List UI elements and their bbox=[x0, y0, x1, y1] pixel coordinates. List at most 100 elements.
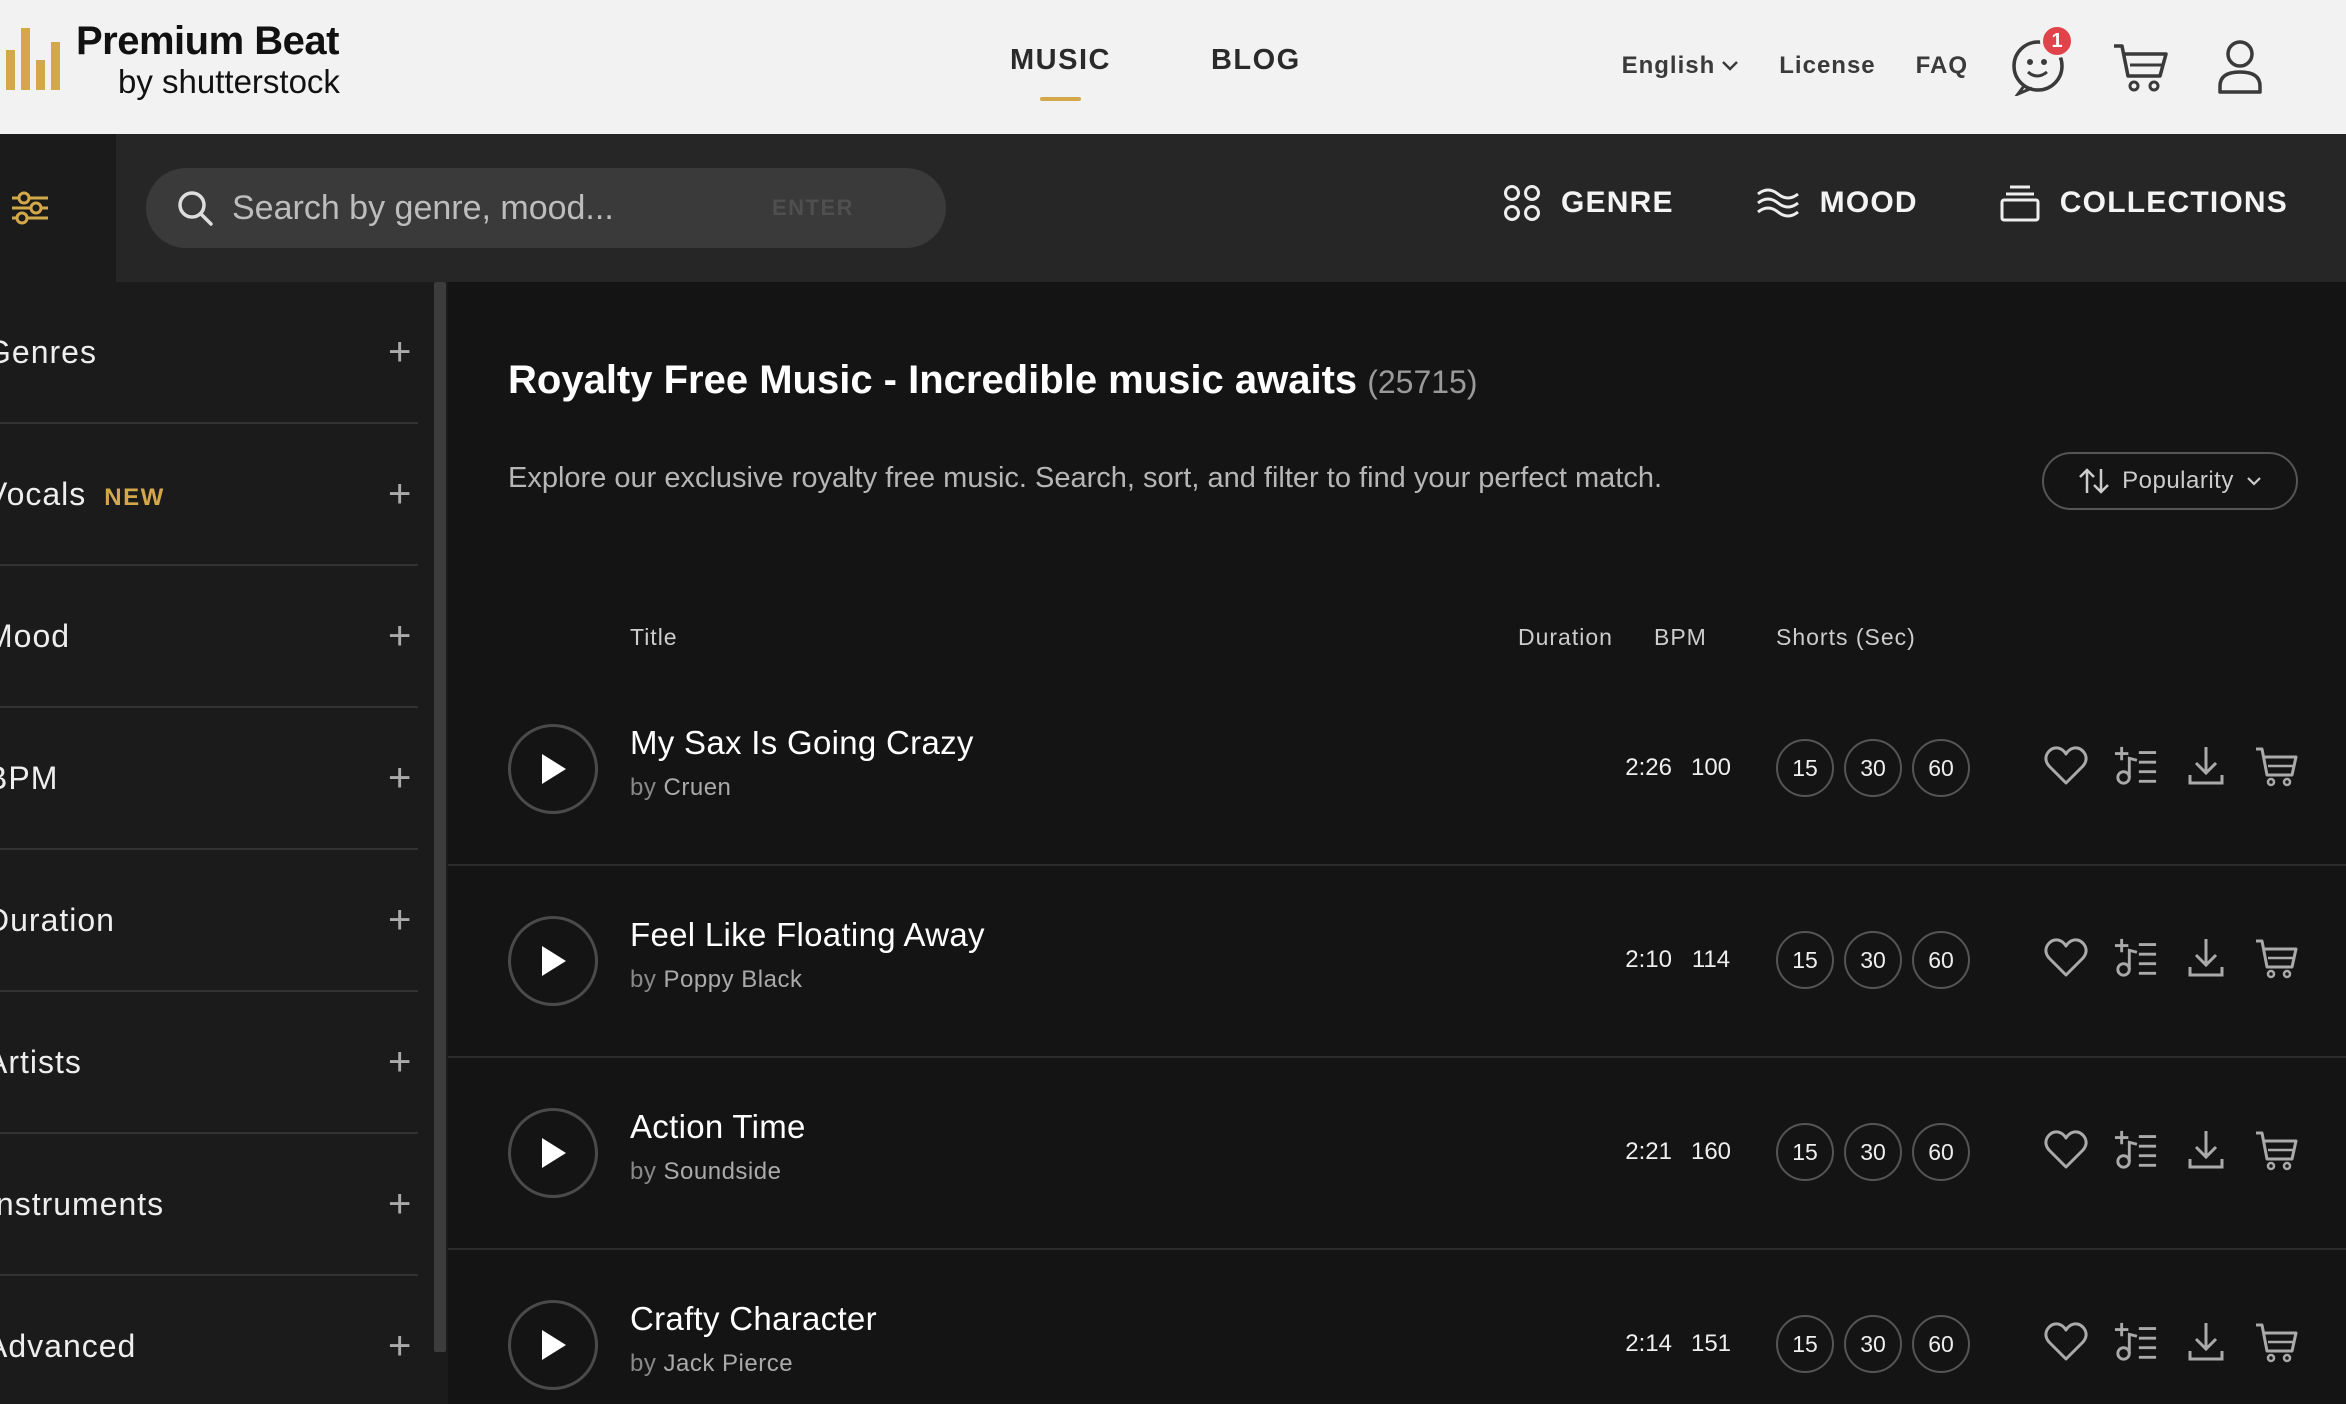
column-header-shorts: Shorts (Sec) bbox=[1776, 624, 1916, 650]
main-nav: MUSIC BLOG bbox=[1010, 44, 1301, 101]
short-60-button[interactable]: 60 bbox=[1912, 1123, 1970, 1181]
short-60-button[interactable]: 60 bbox=[1912, 1315, 1970, 1373]
short-30-button[interactable]: 30 bbox=[1844, 1123, 1902, 1181]
artist-link[interactable]: Soundside bbox=[664, 1158, 782, 1185]
account-button[interactable] bbox=[2210, 36, 2270, 96]
short-30-button[interactable]: 30 bbox=[1844, 931, 1902, 989]
short-15-button[interactable]: 15 bbox=[1776, 1123, 1834, 1181]
sidebar-item-label: Advanced bbox=[0, 1327, 137, 1364]
cart-button[interactable] bbox=[2110, 36, 2170, 96]
sidebar-item-artists[interactable]: Artists + bbox=[0, 992, 418, 1134]
license-link[interactable]: License bbox=[1779, 52, 1875, 80]
download-icon bbox=[2188, 747, 2224, 785]
download-button[interactable] bbox=[2184, 934, 2228, 982]
heart-icon bbox=[2044, 746, 2088, 785]
language-label: English bbox=[1621, 52, 1716, 79]
sort-dropdown[interactable]: Popularity bbox=[2042, 452, 2298, 510]
feedback-button[interactable]: 1 bbox=[2010, 24, 2074, 98]
sidebar-scrollbar[interactable] bbox=[434, 282, 446, 1352]
sidebar-item-vocals[interactable]: Vocals NEW + bbox=[0, 424, 418, 566]
add-to-cart-button[interactable] bbox=[2254, 1318, 2298, 1366]
track-actions bbox=[2044, 1126, 2298, 1174]
filter-toggle-button[interactable] bbox=[0, 134, 116, 282]
short-15-button[interactable]: 15 bbox=[1776, 739, 1834, 797]
plus-icon: + bbox=[388, 330, 412, 374]
play-button[interactable] bbox=[508, 1108, 598, 1198]
track-title[interactable]: Action Time bbox=[630, 1108, 806, 1146]
sort-arrows-icon bbox=[2079, 468, 2110, 494]
track-bpm: 160 bbox=[1690, 1138, 1732, 1165]
by-label: by bbox=[630, 966, 657, 993]
track-row: My Sax Is Going Crazy by Cruen 2:26 100 … bbox=[448, 674, 2346, 866]
cart-icon bbox=[2256, 1323, 2298, 1363]
sidebar-item-mood[interactable]: Mood + bbox=[0, 566, 418, 708]
column-header-bpm[interactable]: BPM bbox=[1654, 624, 1707, 651]
add-to-cart-button[interactable] bbox=[2254, 742, 2298, 790]
short-30-button[interactable]: 30 bbox=[1844, 739, 1902, 797]
sidebar-item-label: Vocals bbox=[0, 475, 87, 512]
play-button[interactable] bbox=[508, 1300, 598, 1390]
sidebar-item-label: Artists bbox=[0, 1043, 82, 1080]
sidebar-item-advanced[interactable]: Advanced + bbox=[0, 1276, 418, 1404]
plus-icon: + bbox=[388, 472, 412, 516]
track-bpm: 151 bbox=[1690, 1330, 1732, 1357]
by-label: by bbox=[630, 1350, 657, 1377]
add-to-cart-button[interactable] bbox=[2254, 934, 2298, 982]
search-input[interactable] bbox=[232, 188, 752, 228]
sliders-icon bbox=[12, 191, 48, 225]
favorite-button[interactable] bbox=[2044, 742, 2088, 790]
column-header-duration[interactable]: Duration bbox=[1518, 624, 1613, 651]
download-button[interactable] bbox=[2184, 742, 2228, 790]
sidebar-item-duration[interactable]: Duration + bbox=[0, 850, 418, 992]
play-button[interactable] bbox=[508, 724, 598, 814]
column-header-title[interactable]: Title bbox=[630, 624, 678, 651]
sidebar-item-label: BPM bbox=[0, 759, 59, 796]
artist-link[interactable]: Jack Pierce bbox=[664, 1350, 794, 1377]
heart-icon bbox=[2044, 1130, 2088, 1169]
nav-music[interactable]: MUSIC bbox=[1010, 44, 1111, 101]
notification-badge: 1 bbox=[2040, 24, 2074, 58]
sidebar-item-bpm[interactable]: BPM + bbox=[0, 708, 418, 850]
by-label: by bbox=[630, 1158, 657, 1185]
add-to-playlist-button[interactable] bbox=[2114, 934, 2158, 982]
favorite-button[interactable] bbox=[2044, 1318, 2088, 1366]
artist-link[interactable]: Cruen bbox=[664, 774, 732, 801]
download-button[interactable] bbox=[2184, 1126, 2228, 1174]
track-duration: 2:14 bbox=[1625, 1330, 1672, 1357]
mood-filter[interactable]: MOOD bbox=[1756, 186, 1918, 220]
add-to-playlist-button[interactable] bbox=[2114, 742, 2158, 790]
chevron-down-icon bbox=[2247, 477, 2261, 486]
add-to-playlist-button[interactable] bbox=[2114, 1318, 2158, 1366]
plus-icon: + bbox=[388, 1324, 412, 1368]
track-title[interactable]: My Sax Is Going Crazy bbox=[630, 724, 974, 762]
sidebar-item-label: Mood bbox=[0, 617, 71, 654]
short-60-button[interactable]: 60 bbox=[1912, 739, 1970, 797]
filter-links: GENRE MOOD COLLECTIONS bbox=[1503, 184, 2288, 222]
genre-filter[interactable]: GENRE bbox=[1503, 184, 1674, 222]
collections-filter[interactable]: COLLECTIONS bbox=[2000, 184, 2288, 222]
artist-link[interactable]: Poppy Black bbox=[664, 966, 803, 993]
nav-blog[interactable]: BLOG bbox=[1211, 44, 1301, 77]
add-to-playlist-button[interactable] bbox=[2114, 1126, 2158, 1174]
sidebar-item-instruments[interactable]: Instruments + bbox=[0, 1134, 418, 1276]
language-select[interactable]: English bbox=[1622, 52, 1740, 80]
track-actions bbox=[2044, 742, 2298, 790]
shorts-group: 15 30 60 bbox=[1776, 739, 1970, 797]
play-button[interactable] bbox=[508, 916, 598, 1006]
track-title[interactable]: Crafty Character bbox=[630, 1300, 877, 1338]
add-to-cart-button[interactable] bbox=[2254, 1126, 2298, 1174]
sidebar-item-genres[interactable]: Genres + bbox=[0, 282, 418, 424]
track-actions bbox=[2044, 1318, 2298, 1366]
faq-link[interactable]: FAQ bbox=[1916, 52, 1968, 80]
favorite-button[interactable] bbox=[2044, 934, 2088, 982]
favorite-button[interactable] bbox=[2044, 1126, 2088, 1174]
download-button[interactable] bbox=[2184, 1318, 2228, 1366]
result-count: (25715) bbox=[1367, 364, 1478, 400]
premiumbeat-logo[interactable]: Premium Beat by shutterstock bbox=[6, 14, 340, 104]
short-30-button[interactable]: 30 bbox=[1844, 1315, 1902, 1373]
short-15-button[interactable]: 15 bbox=[1776, 931, 1834, 989]
short-60-button[interactable]: 60 bbox=[1912, 931, 1970, 989]
short-15-button[interactable]: 15 bbox=[1776, 1315, 1834, 1373]
download-icon bbox=[2188, 1131, 2224, 1169]
track-title[interactable]: Feel Like Floating Away bbox=[630, 916, 985, 954]
